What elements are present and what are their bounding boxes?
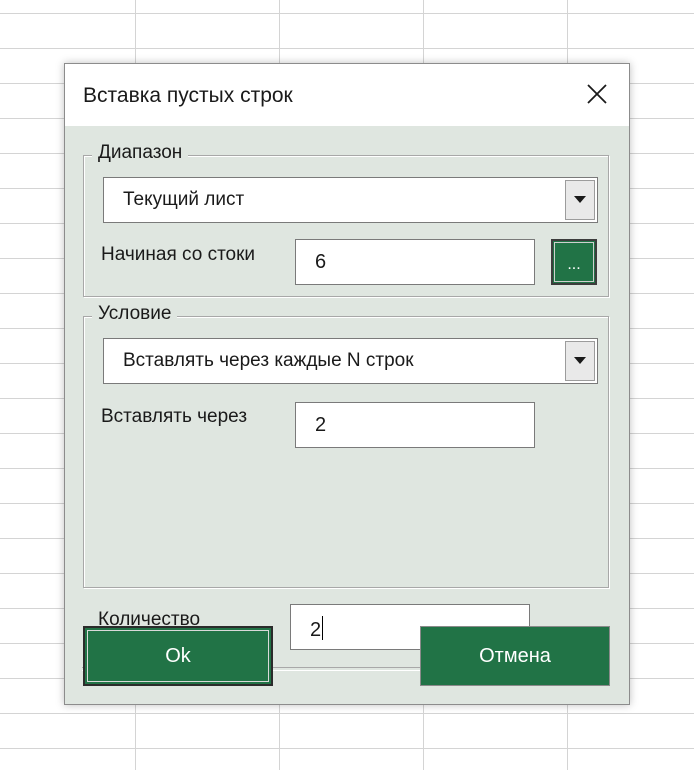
insert-rows-dialog: Вставка пустых строк Диапазон Текущий ли… <box>64 63 630 705</box>
dialog-title: Вставка пустых строк <box>83 84 293 107</box>
chevron-down-icon <box>574 196 586 203</box>
range-select-dropdown-button[interactable] <box>565 180 595 220</box>
range-group-legend: Диапазон <box>92 142 189 164</box>
dialog-body: Диапазон Текущий лист Начиная со стоки 6… <box>65 126 629 704</box>
insert-every-value: 2 <box>315 414 327 436</box>
insert-every-input[interactable]: 2 <box>295 402 535 448</box>
title-bar: Вставка пустых строк <box>65 64 629 126</box>
close-icon <box>587 84 607 104</box>
chevron-down-icon <box>574 357 586 364</box>
start-row-input[interactable]: 6 <box>295 239 535 285</box>
insert-every-label: Вставлять через <box>101 406 248 427</box>
range-select-value: Текущий лист <box>123 189 245 210</box>
ok-button[interactable]: Ok <box>83 626 273 686</box>
condition-select-dropdown-button[interactable] <box>565 341 595 381</box>
condition-select[interactable]: Вставлять через каждые N строк <box>103 338 598 384</box>
condition-group: Условие Вставлять через каждые N строк В… <box>83 303 609 588</box>
cancel-button[interactable]: Отмена <box>420 626 610 686</box>
quantity-value-text: 2 <box>310 619 322 641</box>
condition-group-legend: Условие <box>92 303 178 325</box>
start-row-value: 6 <box>315 251 327 273</box>
range-select[interactable]: Текущий лист <box>103 177 598 223</box>
start-row-label: Начиная со стоки <box>101 244 256 265</box>
text-caret <box>322 616 324 640</box>
close-button[interactable] <box>579 76 615 112</box>
select-range-button[interactable]: ... <box>551 239 597 285</box>
condition-select-value: Вставлять через каждые N строк <box>123 350 414 371</box>
range-group: Диапазон Текущий лист Начиная со стоки 6… <box>83 142 609 297</box>
quantity-value: 2 <box>310 616 324 642</box>
